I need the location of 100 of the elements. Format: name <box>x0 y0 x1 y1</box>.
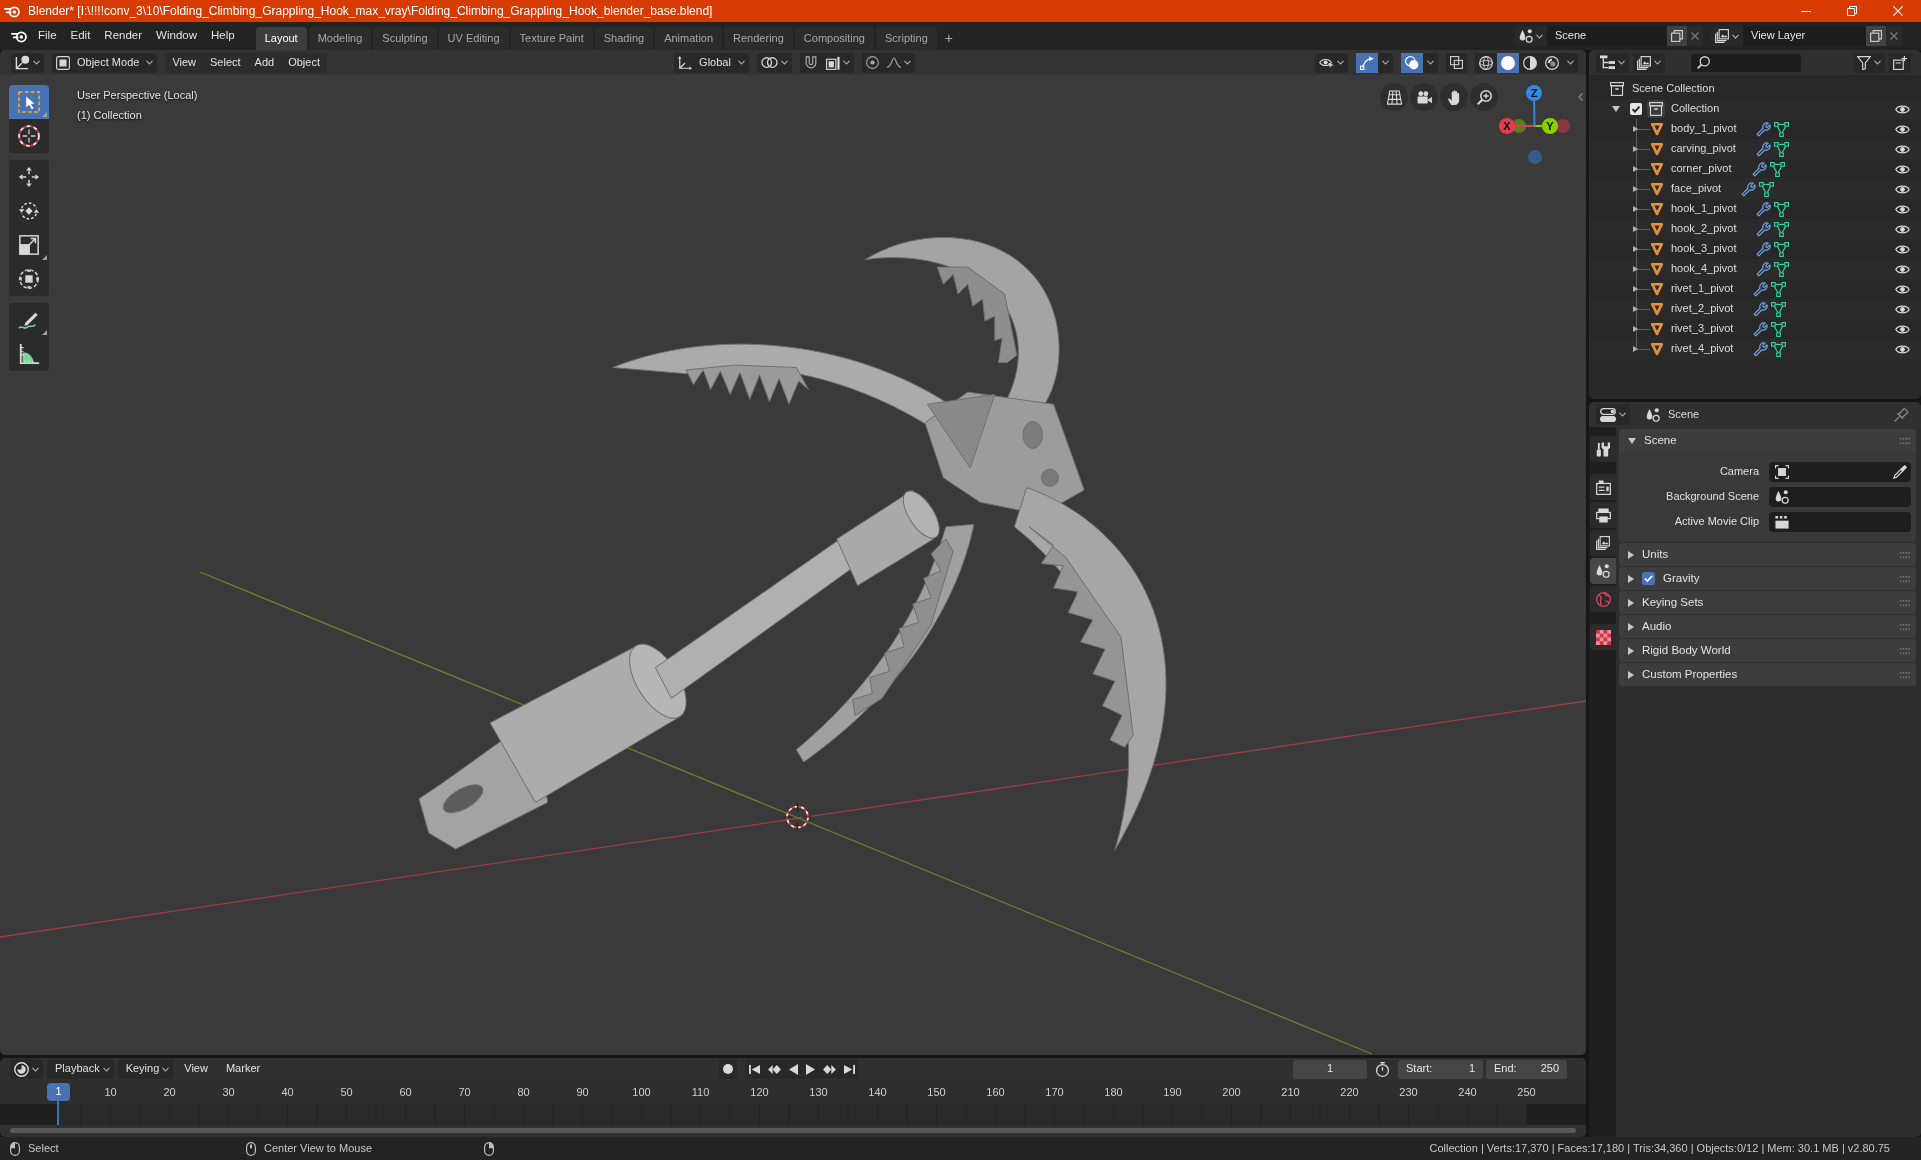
editor-type-button[interactable] <box>10 1059 43 1079</box>
background-scene-field[interactable] <box>1769 486 1911 507</box>
eye-icon[interactable] <box>1895 223 1910 235</box>
drag-handle-icon[interactable] <box>1900 623 1910 630</box>
editor-type-button[interactable] <box>11 52 44 73</box>
view-layer-dropdown[interactable] <box>1633 52 1665 73</box>
disclosure-triangle-icon[interactable] <box>1633 266 1638 272</box>
workspace-tab[interactable]: UV Editing <box>438 27 509 50</box>
visibility-dropdown[interactable] <box>1315 52 1348 73</box>
end-frame-field[interactable]: End: 250 <box>1486 1059 1567 1079</box>
proportional-toggle[interactable] <box>861 52 883 73</box>
remove-button[interactable] <box>1886 26 1902 46</box>
output-tab[interactable] <box>1590 502 1616 528</box>
pivot-dropdown[interactable] <box>756 52 792 73</box>
jump-start-button[interactable] <box>744 1059 764 1079</box>
wrench-icon[interactable] <box>1753 281 1769 297</box>
view-layer-field[interactable]: View Layer <box>1743 26 1866 46</box>
axis-handle[interactable]: Z <box>1526 85 1542 127</box>
menu-item[interactable]: Object <box>281 52 327 73</box>
drag-handle-icon[interactable] <box>1900 647 1910 654</box>
filter-dropdown[interactable] <box>1853 52 1885 73</box>
world-tab[interactable] <box>1590 586 1616 612</box>
menu-item[interactable]: Window <box>149 27 204 45</box>
eyedropper-icon[interactable] <box>1893 464 1907 479</box>
eye-icon[interactable] <box>1895 203 1910 215</box>
browse-view-layer-button[interactable] <box>1711 26 1743 46</box>
vertex-triangle-icon[interactable] <box>1774 221 1790 237</box>
snap-target-dropdown[interactable] <box>821 52 854 73</box>
camera-view-button[interactable] <box>1410 83 1438 111</box>
menu-item[interactable]: Help <box>204 27 242 45</box>
menu-item[interactable]: Edit <box>63 27 98 45</box>
shading-options-dropdown[interactable] <box>1563 52 1578 73</box>
workspace-tab[interactable]: Modeling <box>308 27 372 50</box>
disclosure-triangle-icon[interactable] <box>1633 166 1638 172</box>
disclosure-triangle-icon[interactable] <box>1633 246 1638 252</box>
axis-handle[interactable] <box>1556 119 1570 133</box>
eye-icon[interactable] <box>1895 323 1910 335</box>
vertex-triangle-icon[interactable] <box>1774 261 1790 277</box>
wrench-icon[interactable] <box>1755 141 1771 157</box>
scene-tab[interactable] <box>1590 558 1616 584</box>
menu-item[interactable]: File <box>31 27 64 45</box>
add-workspace-button[interactable]: + <box>938 27 959 50</box>
menu-item[interactable]: Render <box>97 27 150 45</box>
overlay-toggle[interactable] <box>1401 52 1423 73</box>
wrench-icon[interactable] <box>1753 321 1769 337</box>
material-shading-button[interactable] <box>1519 52 1541 73</box>
gizmo-toggle[interactable] <box>1356 52 1378 73</box>
pin-icon[interactable] <box>1894 407 1909 422</box>
browse-scene-button[interactable] <box>1515 26 1547 46</box>
snap-toggle[interactable] <box>799 52 822 73</box>
workspace-tab[interactable]: Rendering <box>724 27 793 50</box>
record-button[interactable] <box>718 1059 737 1079</box>
menu-item[interactable]: Add <box>247 52 282 73</box>
annotate-tool[interactable] <box>9 303 49 337</box>
vertex-triangle-icon[interactable] <box>1771 301 1787 317</box>
logo-icon[interactable] <box>11 29 27 43</box>
camera-field[interactable] <box>1769 461 1911 482</box>
menu-item[interactable]: View <box>165 52 204 73</box>
eye-icon[interactable] <box>1895 303 1910 315</box>
eye-icon[interactable] <box>1895 283 1910 295</box>
pan-button[interactable] <box>1440 83 1468 111</box>
panel-header[interactable]: Audio <box>1619 615 1916 638</box>
current-frame-field[interactable]: 1 <box>1293 1059 1367 1079</box>
checkbox[interactable] <box>1630 103 1642 115</box>
new-collection-button[interactable] <box>1889 52 1911 73</box>
wrench-icon[interactable] <box>1756 241 1772 257</box>
drag-handle-icon[interactable] <box>1900 551 1910 558</box>
stopwatch-icon[interactable] <box>1375 1061 1390 1077</box>
remove-button[interactable] <box>1687 26 1703 46</box>
menu-dropdown[interactable]: Playback <box>47 1059 114 1079</box>
mode-dropdown[interactable]: Object Mode <box>52 52 158 73</box>
toggle-options-dropdown[interactable] <box>1378 52 1393 73</box>
disclosure-triangle-icon[interactable] <box>1628 670 1634 679</box>
menu-item[interactable]: Marker <box>218 1059 268 1079</box>
vertex-triangle-icon[interactable] <box>1771 341 1787 357</box>
menu-dropdown[interactable]: Keying <box>117 1059 174 1079</box>
display-mode-dropdown[interactable] <box>1596 52 1629 73</box>
zoom-button[interactable] <box>1470 83 1498 111</box>
disclosure-triangle-icon[interactable] <box>1633 326 1638 332</box>
workspace-tab[interactable]: Texture Paint <box>510 27 593 50</box>
disclosure-triangle-icon[interactable] <box>1628 550 1634 559</box>
panel-header[interactable]: Rigid Body World <box>1619 639 1916 662</box>
wrench-icon[interactable] <box>1753 341 1769 357</box>
vertex-triangle-icon[interactable] <box>1771 281 1787 297</box>
panel-header[interactable]: Scene <box>1619 429 1916 452</box>
disclosure-triangle-icon[interactable] <box>1633 186 1638 192</box>
disclosure-triangle-icon[interactable] <box>1628 437 1636 444</box>
search-field[interactable] <box>1691 53 1801 72</box>
orientation-dropdown[interactable]: Global <box>674 52 749 73</box>
vertex-triangle-icon[interactable] <box>1774 121 1790 137</box>
menu-item[interactable]: Select <box>203 52 248 73</box>
vertex-triangle-icon[interactable] <box>1774 201 1790 217</box>
chevron-icon[interactable] <box>1578 93 1583 101</box>
workspace-tab[interactable]: Scripting <box>875 27 937 50</box>
render-tab[interactable] <box>1590 474 1616 500</box>
scene-field[interactable]: Scene <box>1547 26 1667 46</box>
drag-handle-icon[interactable] <box>1900 437 1910 444</box>
scrollbar[interactable] <box>10 1128 1576 1133</box>
disclosure-triangle-icon[interactable] <box>1633 346 1638 352</box>
eye-icon[interactable] <box>1895 183 1910 195</box>
